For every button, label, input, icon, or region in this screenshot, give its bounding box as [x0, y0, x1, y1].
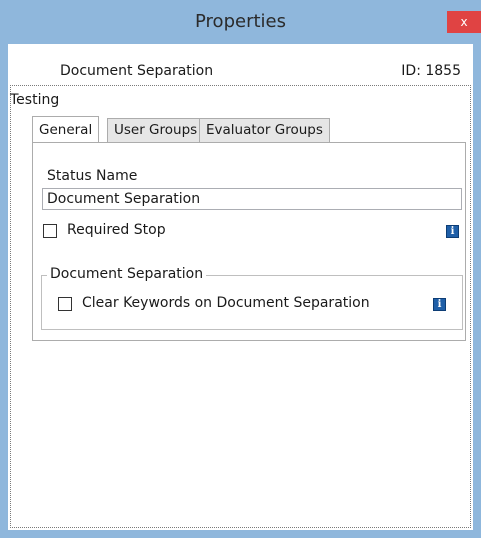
required-stop-label[interactable]: Required Stop	[67, 222, 166, 238]
group-legend: Document Separation	[47, 266, 207, 282]
document-name: Document Separation	[60, 63, 214, 79]
window-frame-bottom	[0, 530, 481, 538]
document-header: Document Separation ID: 1855	[8, 44, 473, 84]
clear-keywords-label[interactable]: Clear Keywords on Document Separation	[82, 295, 370, 311]
close-button[interactable]: x	[447, 11, 481, 33]
window-title: Properties	[195, 11, 286, 32]
tab-evaluator-groups[interactable]: Evaluator Groups	[199, 118, 330, 142]
status-name-input[interactable]	[42, 188, 462, 210]
info-icon[interactable]: i	[433, 298, 446, 311]
tab-general[interactable]: General	[32, 116, 100, 142]
document-id: ID: 1855	[401, 63, 461, 79]
panel-label: Testing	[10, 92, 60, 108]
info-icon[interactable]: i	[446, 225, 459, 238]
title-bar[interactable]: Properties x	[0, 0, 481, 44]
clear-keywords-checkbox[interactable]	[58, 297, 72, 311]
properties-window: Properties x Document Separation ID: 185…	[0, 0, 481, 538]
window-frame-left	[0, 44, 8, 538]
document-separation-group: Document Separation Clear Keywords on Do…	[41, 266, 463, 330]
required-stop-checkbox[interactable]	[43, 224, 57, 238]
tab-user-groups[interactable]: User Groups	[107, 118, 205, 142]
general-tab-panel: Status Name Required Stop i Document Sep…	[32, 142, 466, 341]
window-content: Document Separation ID: 1855 Testing Gen…	[8, 44, 473, 530]
status-name-label: Status Name	[47, 168, 138, 184]
window-frame-right	[473, 44, 481, 538]
